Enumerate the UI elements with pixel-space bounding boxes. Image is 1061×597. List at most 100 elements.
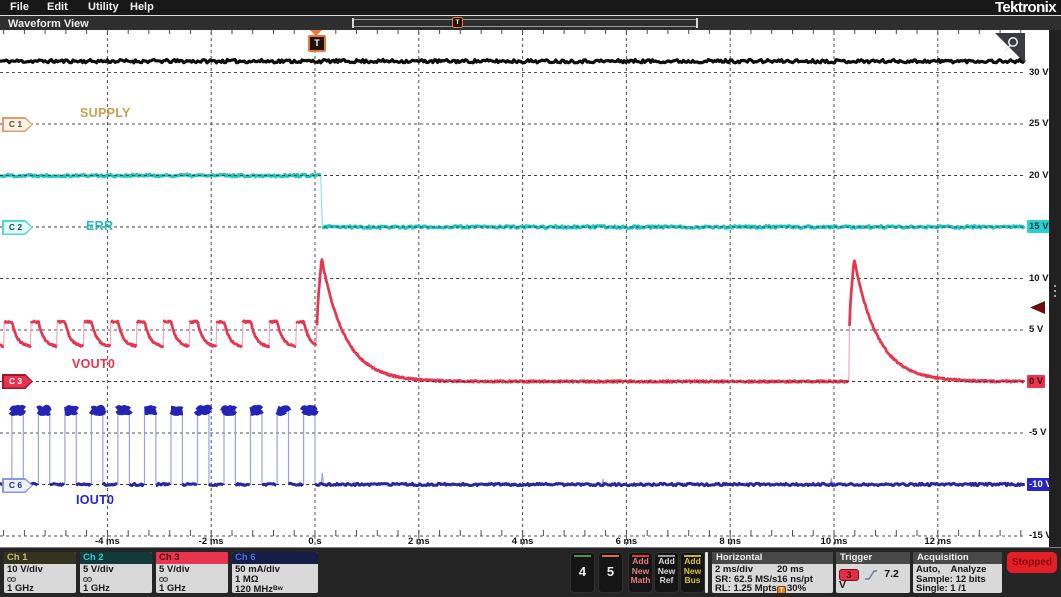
badge-area-separator (705, 552, 708, 593)
add-button-label: Math (630, 575, 651, 585)
trace-err-edge (0, 173, 1025, 229)
trigger-position-icon: T (777, 586, 786, 593)
channel-card-body: 10 V/div 1 GHz (4, 564, 76, 593)
add-new-ref-button[interactable]: Add New Ref (654, 552, 679, 593)
waveform-plot[interactable] (0, 30, 1027, 547)
add-new-bus-button[interactable]: Add New Bus (680, 552, 705, 593)
x-axis-label: 4 ms (511, 536, 534, 547)
trace-vout0 (215, 319, 243, 348)
y-axis-label: 0 V (1027, 374, 1046, 388)
y-axis-label: 20 V (1029, 169, 1049, 181)
channel-button-4[interactable]: 4 (570, 552, 595, 593)
horizontal-panel-title: Horizontal (712, 552, 833, 564)
channel-bandwidth-value: 1 GHz (7, 583, 34, 593)
channel-card-ch3[interactable]: Ch 35 V/div 1 GHz (156, 552, 228, 593)
trace-iout0-high (8, 404, 27, 416)
add-button-label: Ref (659, 575, 674, 585)
trace-supply (0, 57, 1026, 65)
trigger-panel-title: Trigger (836, 552, 910, 564)
trace-iout0-high (114, 405, 133, 416)
channel-card-header: Ch 3 (156, 552, 228, 564)
channel-card-ch1[interactable]: Ch 1 10 V/div 1 GHz (4, 552, 76, 593)
x-axis-label: 0 s (308, 536, 322, 547)
acquisition-panel-title: Acquisition (913, 552, 1002, 564)
horizontal-panel[interactable]: Horizontal 2 ms/div 20 ms SR: 62.5 MS/s 16 … (712, 552, 833, 593)
channel-impedance-value: 1 MΩ (235, 573, 259, 585)
x-axis-label: 2 ms (407, 536, 430, 547)
trace-iout0-high (273, 405, 292, 417)
y-axis-label: -5 V (1029, 427, 1047, 438)
y-axis-label: 5 V (1029, 324, 1044, 335)
probe-ring-icon (87, 576, 92, 582)
scrollbar-grip-dot (1054, 285, 1056, 287)
scrollbar-grip-dot (1054, 295, 1056, 297)
trigger-t-icon: T (308, 35, 326, 52)
run-stop-status-button[interactable]: Stopped (1007, 552, 1057, 573)
x-axis-label: 6 ms (615, 536, 638, 547)
channel-color-line (602, 555, 619, 557)
channel-label-iout0: IOUT0 (76, 493, 115, 507)
y-axis-label: 15 V (1027, 220, 1051, 233)
add-new-math-button[interactable]: Add New Math (628, 552, 653, 593)
channel-label-vout0: VOUT0 (72, 357, 116, 371)
trace-iout0-high (35, 404, 54, 416)
channel-scale-value: 5 V/div (83, 564, 114, 575)
channel-card-ch2[interactable]: Ch 25 V/div 1 GHz (80, 552, 152, 593)
menu-help[interactable]: Help (130, 1, 154, 13)
trace-iout0-high (299, 404, 319, 416)
menu-file[interactable]: File (10, 1, 29, 13)
menu-edit[interactable]: Edit (47, 1, 68, 13)
x-axis-label: 12 ms (924, 536, 952, 547)
tab-bar: Waveform View T (0, 15, 1061, 30)
y-axis-label: 25 V (1029, 118, 1049, 129)
trace-iout0-high (220, 405, 238, 416)
channel-label-supply: SUPPLY (80, 106, 131, 120)
channel-badge-label: C 3 (8, 376, 23, 386)
channel-badge-label: C 6 (8, 480, 23, 490)
bandwidth-limit-icon: Bᴡ (273, 585, 283, 593)
trace-vout0 (295, 319, 318, 346)
probe-ring-icon (11, 576, 16, 582)
trace-iout0-high (141, 405, 160, 416)
menu-utility[interactable]: Utility (88, 1, 119, 13)
oscilloscope-screen: Tektronix File Edit Utility Help Waveform V… (0, 0, 1061, 597)
trace-vout0 (0, 343, 5, 349)
channel-card-ch6[interactable]: Ch 6 50 mA/div 1 MΩ 120 MHzBᴡ (232, 552, 318, 593)
channel-bandwidth-value: 1 GHz (159, 583, 186, 593)
trace-iout0-high (247, 404, 265, 416)
minimap-trigger-icon[interactable]: T (452, 17, 463, 28)
channel-scale-value: 10 V/div (7, 564, 43, 575)
x-axis-label: -2 ms (198, 536, 224, 547)
channel-button-5[interactable]: 5 (598, 552, 623, 593)
channel-scale-value: 5 V/div (159, 564, 190, 575)
horizontal-row: RL: 1.25 Mpts T 30% (715, 584, 830, 593)
rising-edge-icon (864, 570, 877, 580)
trigger-panel[interactable]: Trigger 3 7.2 V (836, 552, 910, 593)
trace-vout0 (29, 319, 58, 349)
vertical-scrollbar[interactable] (1049, 30, 1061, 547)
menu-bar: Tektronix File Edit Utility Help (0, 0, 1061, 17)
add-button-label: Bus (684, 575, 701, 585)
trace-iout0-high (193, 404, 213, 416)
record-overview-minimap[interactable]: T (352, 17, 698, 28)
x-axis-label: 10 ms (820, 536, 848, 547)
x-axis-label: -4 ms (94, 536, 120, 547)
channel-card-header: Ch 1 (4, 552, 76, 564)
tab-waveform-view[interactable]: Waveform View (8, 18, 89, 30)
trace-iout0-high (88, 404, 107, 417)
trace-vout0 (110, 319, 138, 348)
trace-vout0 (315, 258, 850, 384)
acquisition-panel[interactable]: Acquisition Auto, Analyze Sample: 12 bits… (913, 552, 1002, 593)
channel-badge-label: C 2 (8, 222, 23, 232)
trace-vout0 (56, 319, 85, 348)
scrollbar-grip-dot (1054, 290, 1056, 292)
trace-iout0-edge (0, 409, 1025, 486)
trace-vout0 (3, 320, 32, 349)
channel-card-body: 50 mA/div 1 MΩ 120 MHzBᴡ (232, 564, 318, 593)
trace-vout0 (241, 319, 271, 349)
channel-card-body: 5 V/div 1 GHz (156, 564, 228, 593)
x-axis-label: 8 ms (719, 536, 742, 547)
trace-vout0 (162, 319, 191, 348)
acquisition-value: Single: 1 /1 (916, 583, 967, 593)
trigger-position-marker[interactable]: T (308, 30, 326, 52)
